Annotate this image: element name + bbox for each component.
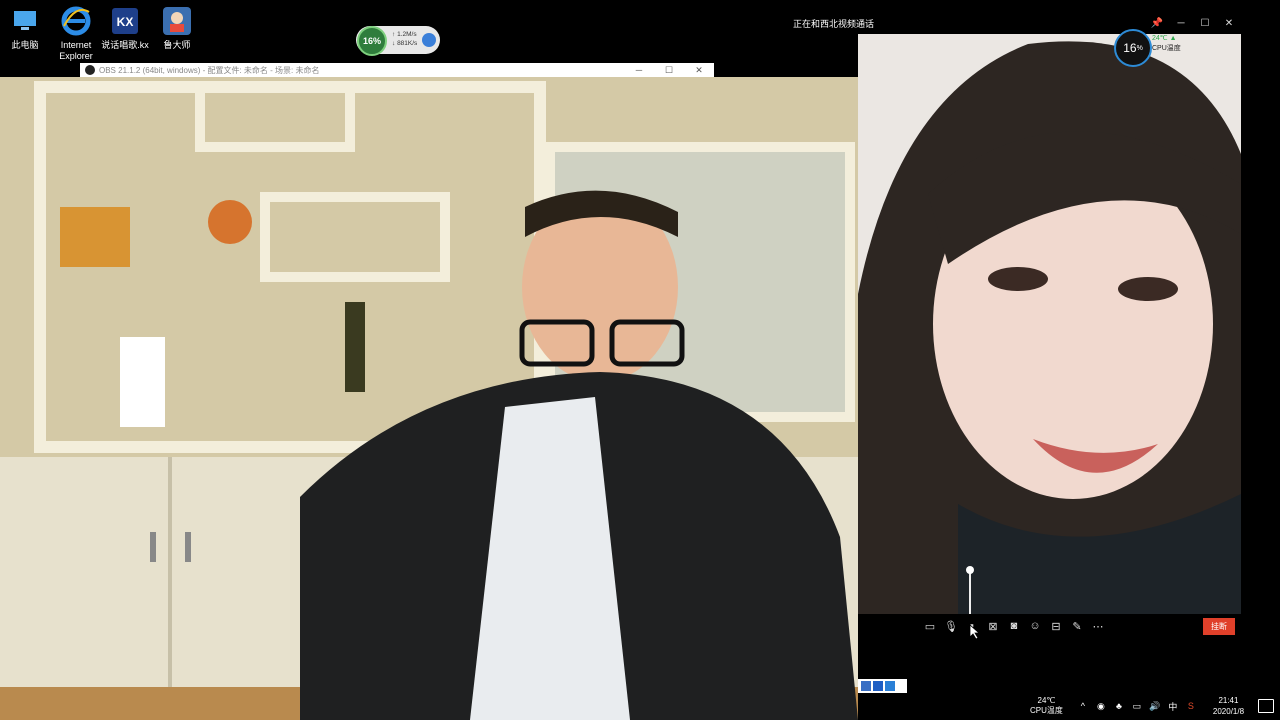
kx-app-icon: KX [110, 6, 140, 36]
sogou-icon[interactable]: S [1185, 701, 1197, 711]
svg-text:KX: KX [117, 15, 134, 29]
close-button[interactable]: ✕ [684, 65, 714, 76]
cpu-temp-label: CPU温度 [1152, 45, 1181, 52]
network-icon[interactable]: ▭ [1131, 701, 1143, 712]
edit-icon[interactable]: ✎ [1069, 619, 1085, 633]
chat-icon[interactable]: ▭ [922, 619, 938, 633]
mini-tray-toolbar[interactable] [858, 679, 907, 693]
more-icon[interactable]: ⋯ [1090, 619, 1106, 633]
maximize-button[interactable]: ☐ [1193, 18, 1217, 29]
remote-video [858, 34, 1241, 614]
pin-icon[interactable]: 📌 [1145, 18, 1169, 29]
taskbar-system-tray: 24℃ CPU温度 ^ ◉ ♣ ▭ 🔊 中 S 21:41 2020/1/8 [1030, 692, 1275, 720]
taskbar-cpu-temp[interactable]: 24℃ CPU温度 [1030, 696, 1063, 716]
microphone-icon[interactable]: 🎙 [943, 619, 959, 633]
obs-window-titlebar[interactable]: OBS 21.1.2 (64bit, windows) - 配置文件: 未命名 … [80, 63, 714, 77]
ludashi-icon [162, 6, 192, 36]
clock-date: 2020/1/8 [1212, 707, 1245, 716]
internet-explorer-icon [61, 6, 91, 36]
desktop-icon-internet-explorer[interactable]: Internet Explorer [48, 6, 104, 62]
volume-slider[interactable] [966, 566, 974, 614]
screenshot-icon[interactable]: ◙ [1006, 619, 1022, 633]
desktop-icon-ludashi[interactable]: 鲁大师 [149, 6, 205, 51]
booster-icon[interactable] [422, 33, 436, 47]
cpu-temp-value: 24℃ [1152, 35, 1168, 42]
minimize-button[interactable]: ─ [624, 65, 654, 76]
layout-icon[interactable]: ⊟ [1048, 619, 1064, 633]
close-button[interactable]: ✕ [1217, 18, 1241, 29]
cpu-temp-readout: 24℃ ▲ CPU温度 [1152, 34, 1181, 54]
call-toolbar: ▭ 🎙 ▪ ⊠ ◙ ☺ ⊟ ✎ ⋯ 挂断 [858, 614, 1241, 638]
computer-icon [10, 6, 40, 36]
security-icon[interactable]: ◉ [1095, 701, 1107, 712]
video-call-title: 正在和西北视频通话 [793, 18, 875, 29]
cpu-usage-badge[interactable]: 16% [1114, 29, 1152, 67]
app-tray-icon[interactable]: ♣ [1113, 701, 1125, 711]
desktop-icon-label: 鲁大师 [163, 40, 191, 50]
desktop-icon-kx[interactable]: KX 说话唱歌.kx [97, 6, 153, 51]
tray-app-icon[interactable] [885, 681, 895, 691]
maximize-button[interactable]: ☐ [654, 65, 684, 76]
hangup-button[interactable]: 挂断 [1203, 617, 1235, 635]
volume-slider-knob[interactable] [966, 566, 974, 574]
obs-preview-video [0, 77, 858, 720]
volume-icon[interactable]: 🔊 [1149, 701, 1161, 712]
volume-slider-track [969, 570, 971, 614]
clock[interactable]: 21:41 2020/1/8 [1213, 695, 1244, 717]
desktop-icon-label: 说话唱歌.kx [101, 40, 149, 50]
tray-app-icon[interactable] [873, 681, 883, 691]
minimize-button[interactable]: ─ [1169, 18, 1193, 29]
effects-icon[interactable]: ☺ [1027, 619, 1043, 633]
camera-off-icon[interactable]: ⊠ [985, 619, 1001, 633]
desktop-icon-label: 此电脑 [11, 40, 39, 50]
chevron-up-icon[interactable]: ^ [1077, 701, 1089, 711]
desktop-icon-this-pc[interactable]: 此电脑 [0, 6, 53, 51]
cpu-network-widget[interactable]: 16% ↑ 1.2M/s ↓ 881K/s [356, 26, 440, 56]
obs-window-title: OBS 21.1.2 (64bit, windows) - 配置文件: 未命名 … [99, 65, 320, 75]
ime-indicator[interactable]: 中 [1167, 700, 1179, 713]
video-call-titlebar[interactable]: 正在和西北视频通话 📌 ─ ☐ ✕ [789, 12, 1241, 34]
obs-logo-icon [85, 65, 95, 75]
network-speed: ↑ 1.2M/s ↓ 881K/s [392, 31, 418, 47]
clock-time: 21:41 [1218, 696, 1239, 705]
notification-center-icon[interactable] [1258, 699, 1275, 713]
taskbar-temp-value: 24℃ [1037, 696, 1056, 705]
cpu-usage-ring: 16% [357, 26, 387, 56]
desktop-icon-label: Internet Explorer [59, 40, 93, 61]
download-speed: 881K/s [397, 40, 418, 47]
flame-icon: ▲ [1169, 35, 1177, 42]
cpu-usage-value: 16 [1123, 41, 1137, 55]
tray-app-icon[interactable] [861, 681, 871, 691]
cpu-usage-unit: % [1136, 44, 1143, 52]
upload-speed: 1.2M/s [397, 31, 417, 38]
taskbar-temp-label: CPU温度 [1030, 706, 1063, 715]
